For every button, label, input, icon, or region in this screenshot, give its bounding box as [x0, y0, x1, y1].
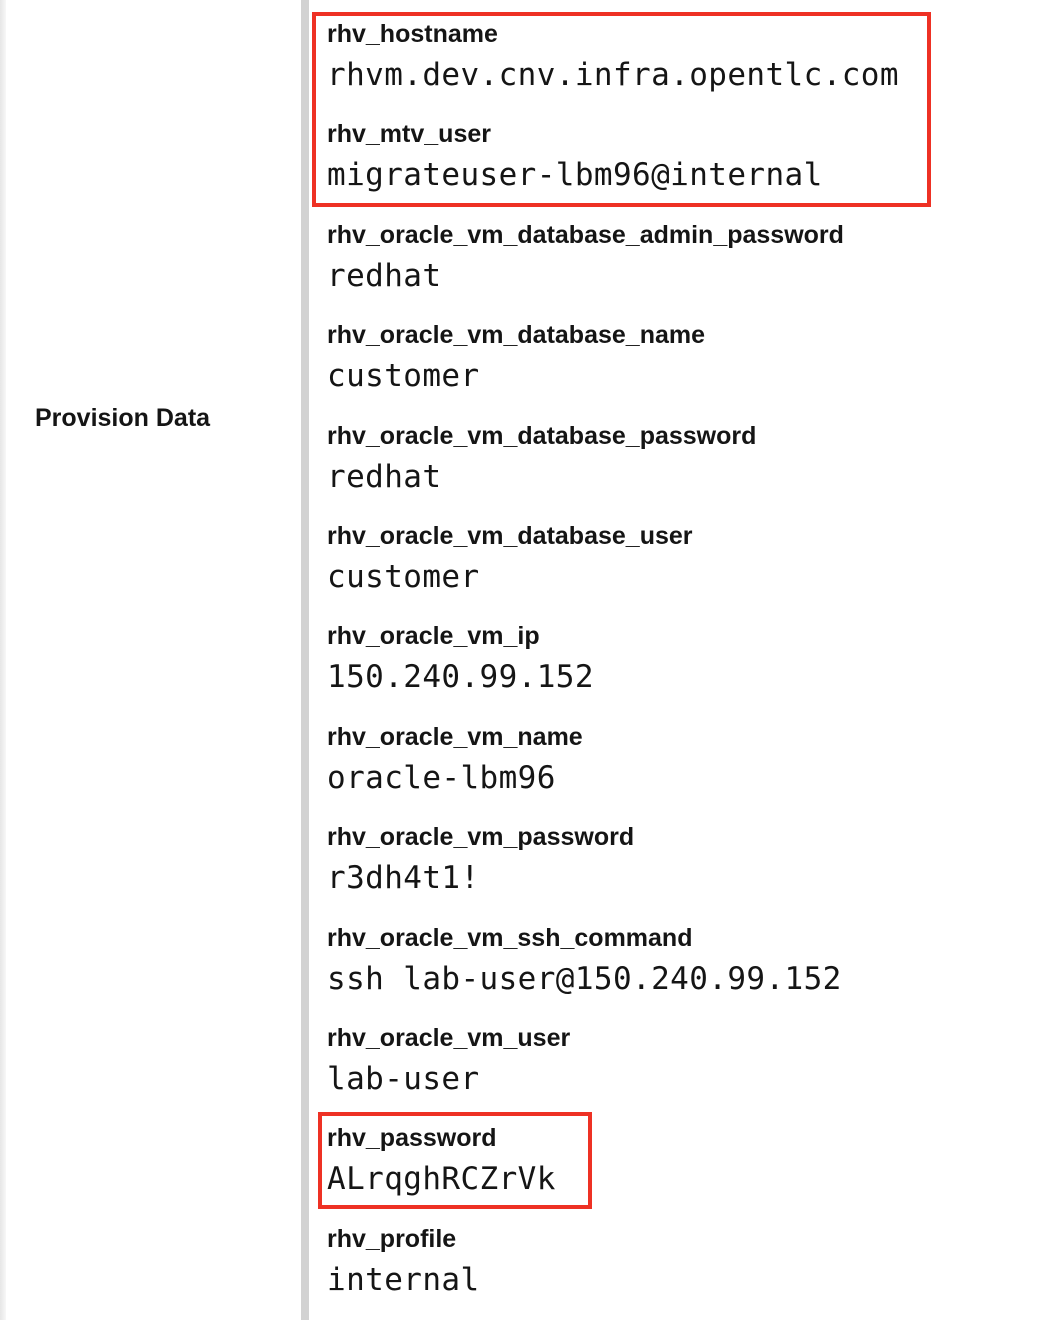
- field-value[interactable]: rhvm.dev.cnv.infra.opentlc.com: [327, 55, 899, 95]
- field-rhv-oracle-vm-ip: rhv_oracle_vm_ip 150.240.99.152: [327, 602, 1027, 702]
- field-key: rhv_profile: [327, 1225, 457, 1253]
- field-rhv-oracle-vm-database-admin-password: rhv_oracle_vm_database_admin_password re…: [327, 201, 1027, 301]
- section-label: Provision Data: [35, 404, 211, 432]
- field-value[interactable]: redhat: [327, 256, 441, 296]
- field-rhv-oracle-vm-name: rhv_oracle_vm_name oracle-lbm96: [327, 703, 1027, 803]
- provision-data-panel: Provision Data rhv_hostname rhvm.dev.cnv…: [0, 0, 1038, 1320]
- field-list: rhv_hostname rhvm.dev.cnv.infra.opentlc.…: [327, 0, 1027, 1320]
- field-value[interactable]: oracle-lbm96: [327, 758, 556, 798]
- field-value[interactable]: r3dh4t1!: [327, 858, 480, 898]
- left-gutter: [0, 0, 6, 1320]
- field-rhv-password: rhv_password ALrqghRCZrVk: [327, 1104, 1027, 1204]
- field-key: rhv_mtv_user: [327, 120, 491, 148]
- field-value[interactable]: 150.240.99.152: [327, 657, 594, 697]
- field-value[interactable]: redhat: [327, 457, 441, 497]
- column-divider: [301, 0, 309, 1320]
- field-rhv-oracle-vm-database-user: rhv_oracle_vm_database_user customer: [327, 502, 1027, 602]
- field-rhv-hostname: rhv_hostname rhvm.dev.cnv.infra.opentlc.…: [327, 0, 1027, 100]
- field-key: rhv_hostname: [327, 20, 498, 48]
- field-key: rhv_oracle_vm_database_name: [327, 321, 706, 349]
- field-key: rhv_password: [327, 1124, 497, 1152]
- field-rhv-mtv-user: rhv_mtv_user migrateuser-lbm96@internal: [327, 100, 1027, 200]
- field-value[interactable]: migrateuser-lbm96@internal: [327, 155, 823, 195]
- field-rhv-oracle-vm-user: rhv_oracle_vm_user lab-user: [327, 1004, 1027, 1104]
- field-key: rhv_oracle_vm_database_admin_password: [327, 221, 844, 249]
- field-rhv-profile: rhv_profile internal: [327, 1205, 1027, 1305]
- field-value[interactable]: customer: [327, 557, 480, 597]
- field-key: rhv_oracle_vm_password: [327, 823, 635, 851]
- field-key: rhv_oracle_vm_database_password: [327, 422, 757, 450]
- field-value[interactable]: ssh lab-user@150.240.99.152: [327, 959, 842, 999]
- field-key: rhv_oracle_vm_ssh_command: [327, 924, 693, 952]
- field-rhv-oracle-vm-password: rhv_oracle_vm_password r3dh4t1!: [327, 803, 1027, 903]
- field-value[interactable]: lab-user: [327, 1059, 480, 1099]
- field-value[interactable]: internal: [327, 1260, 480, 1300]
- field-key: rhv_oracle_vm_name: [327, 723, 583, 751]
- field-value[interactable]: ALrqghRCZrVk: [327, 1159, 556, 1199]
- field-rhv-oracle-vm-ssh-command: rhv_oracle_vm_ssh_command ssh lab-user@1…: [327, 904, 1027, 1004]
- field-key: rhv_oracle_vm_user: [327, 1024, 571, 1052]
- field-key: rhv_oracle_vm_database_user: [327, 522, 693, 550]
- field-value[interactable]: customer: [327, 356, 480, 396]
- field-rhv-oracle-vm-database-name: rhv_oracle_vm_database_name customer: [327, 301, 1027, 401]
- field-key: rhv_oracle_vm_ip: [327, 622, 540, 650]
- field-rhv-oracle-vm-database-password: rhv_oracle_vm_database_password redhat: [327, 402, 1027, 502]
